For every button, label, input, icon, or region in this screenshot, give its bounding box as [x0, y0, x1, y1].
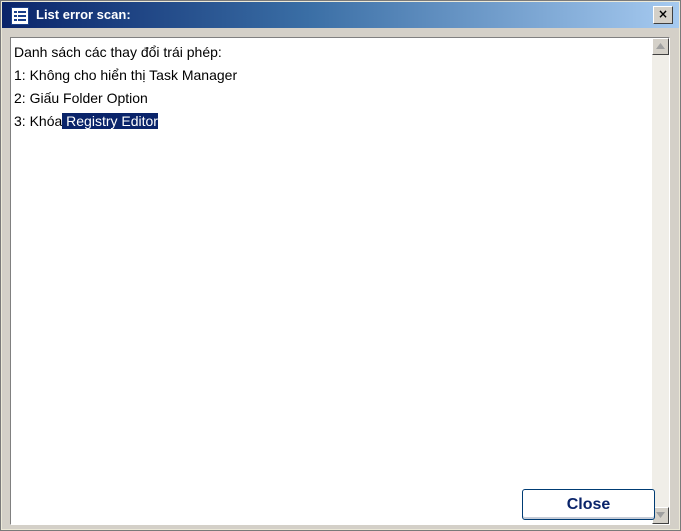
selected-text: Registry Editor [62, 113, 158, 129]
list-window-icon [11, 7, 29, 25]
list-line: 1: Không cho hiển thị Task Manager [14, 67, 238, 83]
dialog-client-area: Danh sách các thay đổi trái phép: 1: Khô… [2, 28, 679, 529]
close-window-icon[interactable]: × [653, 6, 673, 24]
list-line-prefix: 3: Khóa [14, 113, 63, 129]
dialog-window: List error scan: × Danh sách các thay đổ… [0, 0, 681, 531]
error-list-text: Danh sách các thay đổi trái phép: 1: Khô… [14, 41, 237, 133]
close-button[interactable]: Close [522, 489, 655, 520]
window-title: List error scan: [36, 7, 131, 22]
list-line: Danh sách các thay đổi trái phép: [14, 44, 222, 60]
error-list-textarea[interactable]: Danh sách các thay đổi trái phép: 1: Khô… [10, 37, 670, 525]
list-line: 2: Giấu Folder Option [14, 90, 148, 106]
vertical-scrollbar[interactable] [652, 38, 669, 524]
arrow-down-icon [656, 512, 665, 518]
arrow-up-icon [656, 43, 665, 49]
scroll-up-button[interactable] [652, 38, 669, 55]
title-bar[interactable]: List error scan: × [2, 2, 679, 28]
list-line: 3: Khóa Registry Editor [14, 110, 237, 133]
